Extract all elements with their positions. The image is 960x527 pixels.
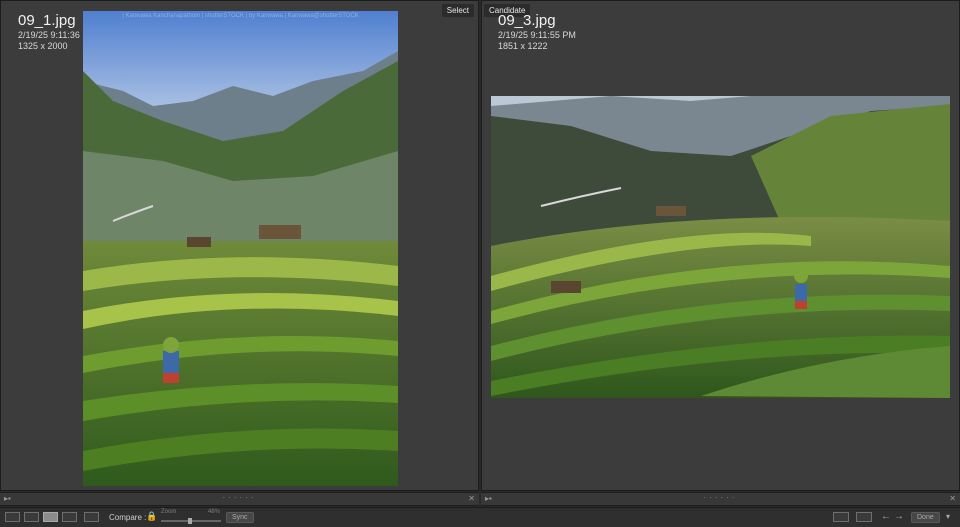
survey-view-icon[interactable] [62,512,77,522]
swap-icon[interactable] [833,512,849,522]
right-arrow-icon[interactable]: → [894,511,904,522]
select-pane-strip[interactable]: ▸▪ ······ ✕ [0,492,479,506]
pane-menu-icon[interactable]: ▸▪ [485,494,492,503]
candidate-datetime: 2/19/25 9:11:55 PM [498,30,576,40]
select-pane[interactable]: Select 09_1.jpg 2/19/25 9:11:36 PM 1325 … [0,0,479,491]
people-view-icon[interactable] [84,512,99,522]
done-button[interactable]: Done [911,512,940,523]
candidate-photo[interactable] [491,96,950,398]
zoom-slider-knob[interactable] [187,518,192,524]
select-photo[interactable]: | Kanwawa Kanchanapathom | shutterSTOCK … [83,11,398,486]
candidate-metadata: 09_3.jpg 2/19/25 9:11:55 PM 1851 x 1222 [498,12,576,52]
watermark-text: | Kanwawa Kanchanapathom | shutterSTOCK … [122,13,359,19]
candidate-dimensions: 1851 x 1222 [498,40,548,51]
zoom-value: 48% [208,509,221,515]
close-icon[interactable]: ✕ [949,494,956,503]
grid-view-icon[interactable] [5,512,20,522]
candidate-pane-strip[interactable]: ▸▪ ······ ✕ [481,492,960,506]
lock-icon[interactable]: 🔒 [146,511,157,522]
toolbar-menu-chevron-icon[interactable]: ▾ [946,512,950,521]
pane-menu-icon[interactable]: ▸▪ [4,494,11,503]
select-label: Select [441,4,474,17]
resize-dots[interactable]: ······ [704,493,738,502]
bottom-toolbar: Compare : 🔒 Zoom 48% Sync ← → Done ▾ [0,507,960,527]
resize-dots[interactable]: ······ [223,493,257,502]
tea-plantation-image-portrait [83,11,398,486]
make-select-icon[interactable] [856,512,872,522]
close-icon[interactable]: ✕ [468,494,475,503]
sync-button[interactable]: Sync [226,512,254,523]
compare-view-icon[interactable] [43,512,58,522]
compare-label: Compare : [109,513,147,522]
candidate-filename: 09_3.jpg [498,12,556,29]
tea-plantation-image-landscape [491,96,950,398]
loupe-view-icon[interactable] [24,512,39,522]
zoom-label: Zoom [161,509,177,515]
left-arrow-icon[interactable]: ← [881,511,891,522]
candidate-pane[interactable]: Candidate 09_3.jpg 2/19/25 9:11:55 PM 18… [481,0,960,491]
